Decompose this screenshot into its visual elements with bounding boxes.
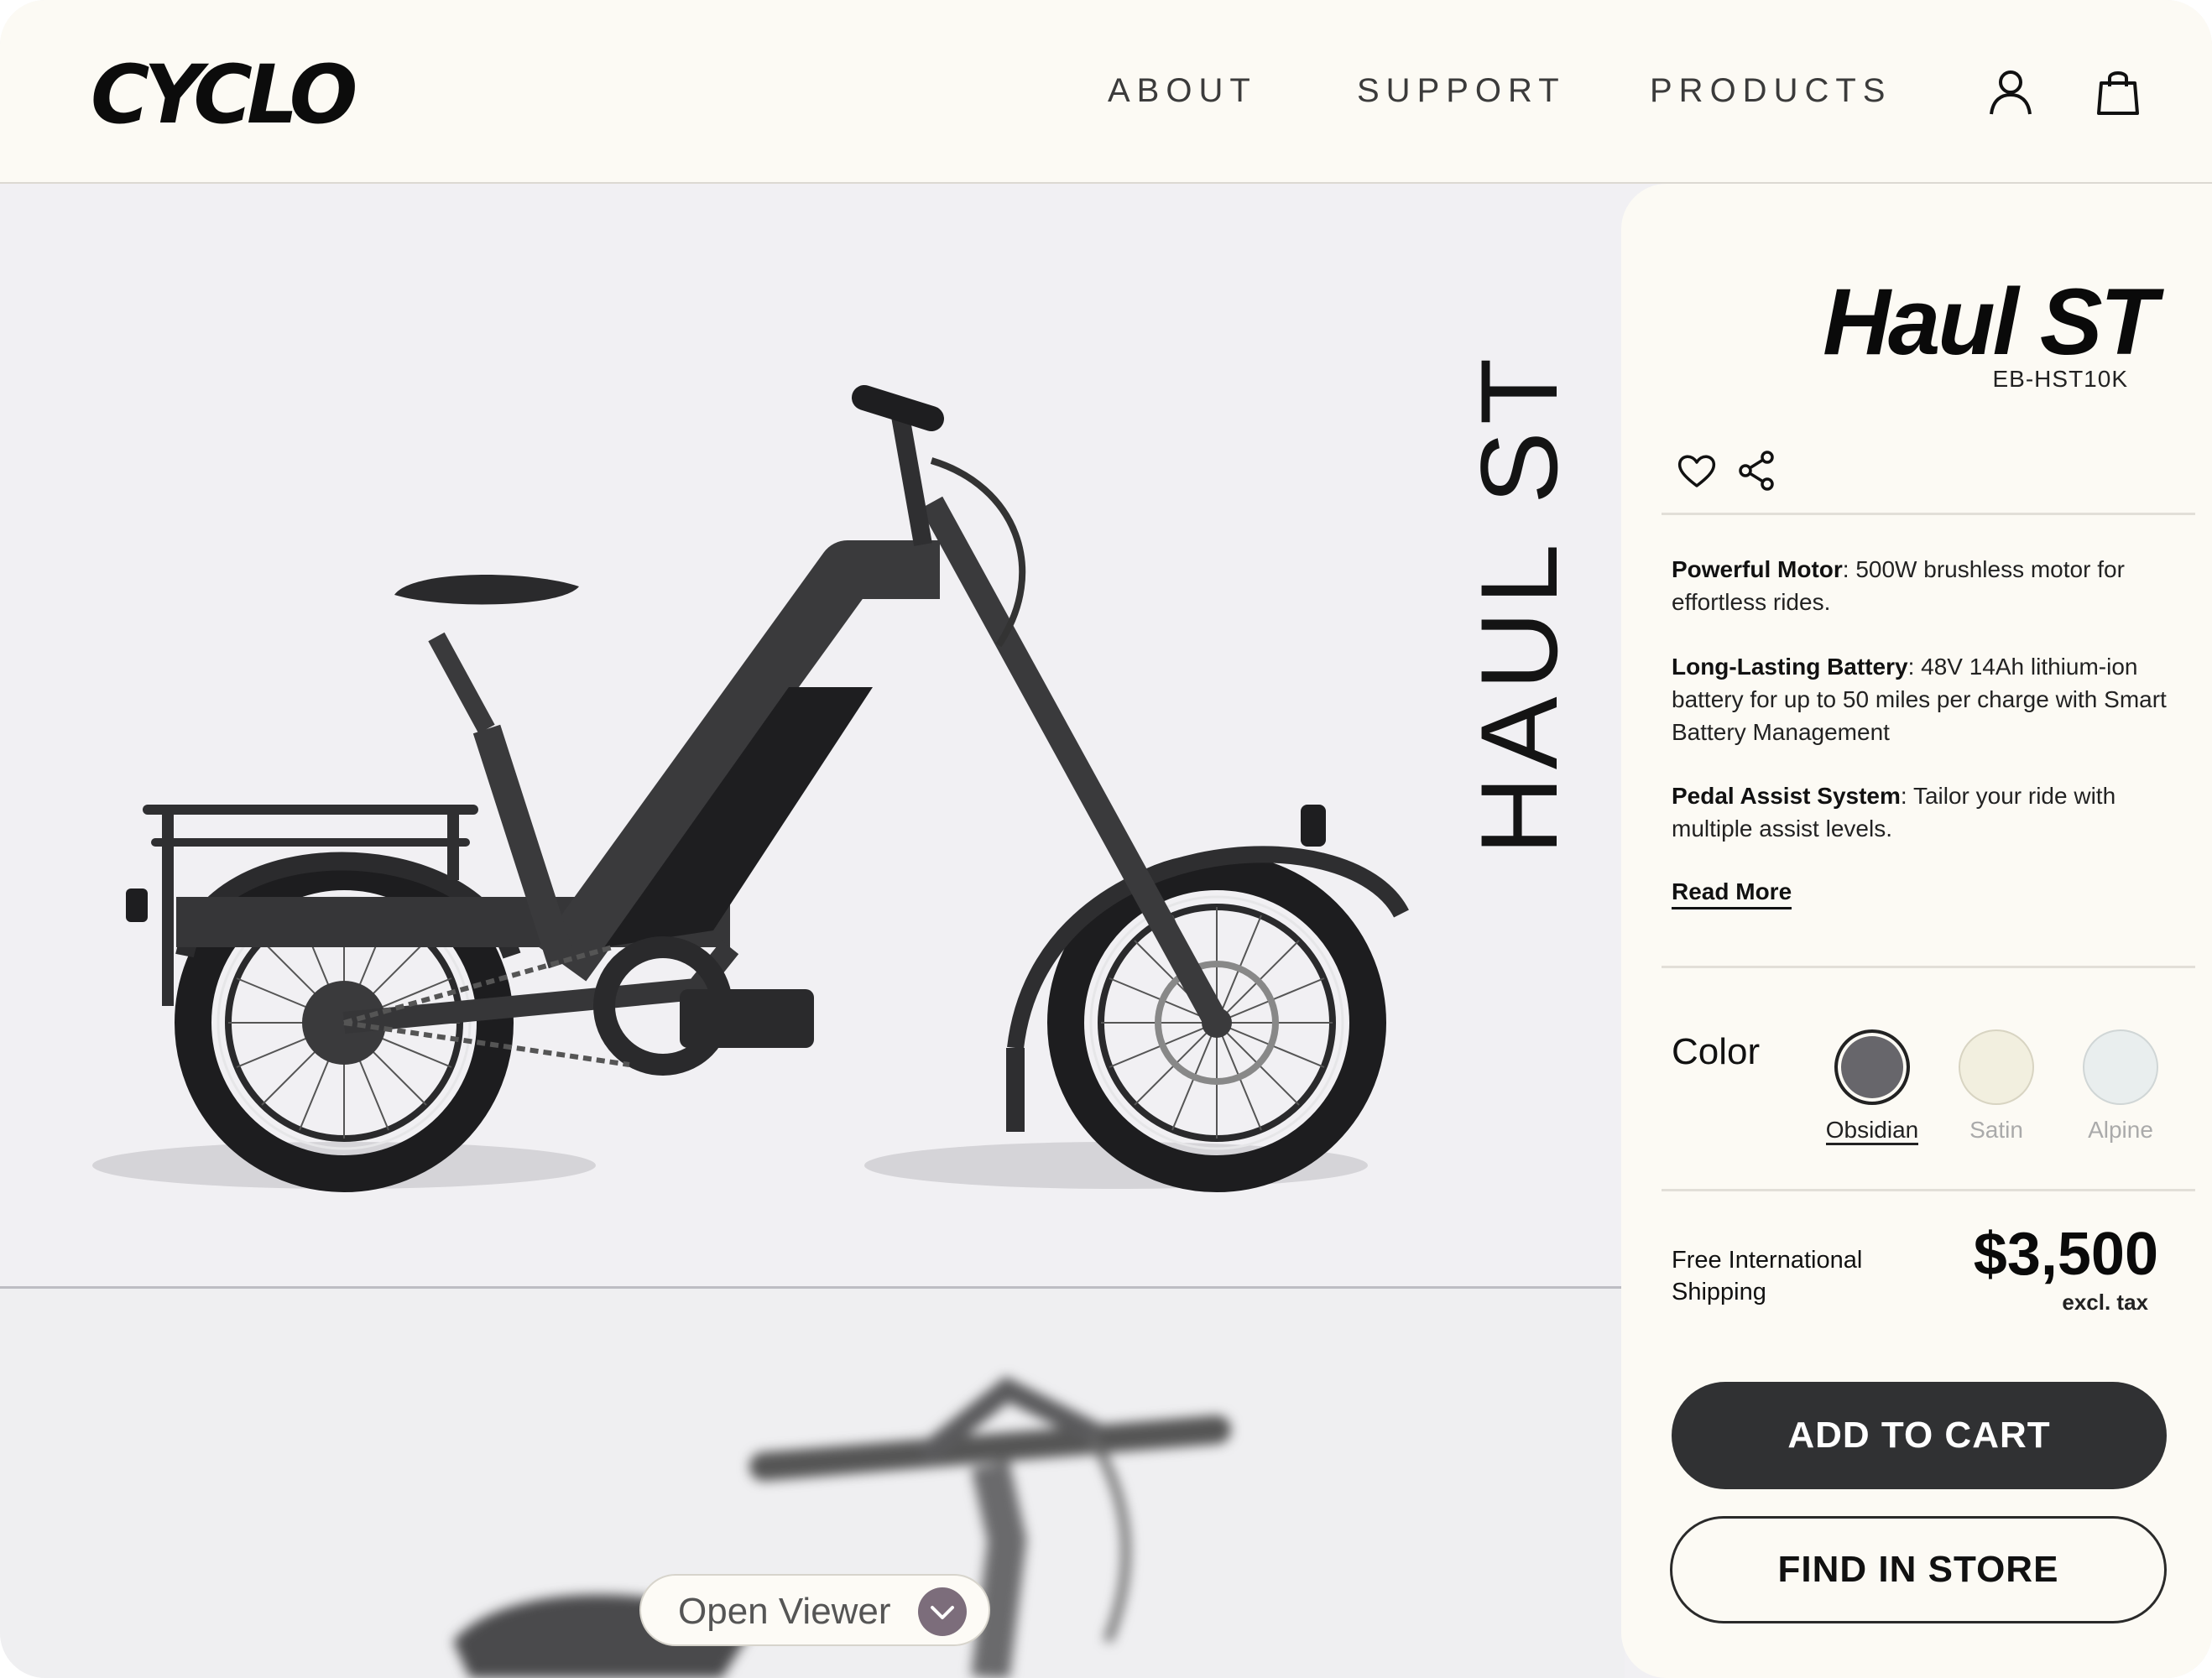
hero-image: HAUL ST: [0, 184, 1625, 1289]
color-swatch-obsidian[interactable]: [1834, 1029, 1910, 1105]
feature-pedal-assist: Pedal Assist System: Tailor your ride wi…: [1672, 783, 2116, 842]
color-swatch-satin[interactable]: [1959, 1029, 2034, 1105]
price: $3,500: [1973, 1221, 2158, 1288]
color-label: Color: [1672, 1031, 1761, 1072]
chevron-down-icon: [918, 1587, 967, 1636]
open-viewer-button[interactable]: Open Viewer: [639, 1574, 990, 1646]
app-frame: CYCLO ABOUT SUPPORT PRODUCTS HAUL ST Ope…: [0, 0, 2212, 1678]
vertical-product-title: HAUL ST: [1458, 351, 1580, 855]
site-header: CYCLO ABOUT SUPPORT PRODUCTS: [0, 0, 2212, 184]
tax-note: excl. tax: [2062, 1290, 2148, 1315]
product-sku: EB-HST10K: [1992, 366, 2128, 392]
bag-icon[interactable]: [2093, 66, 2143, 117]
divider: [1662, 1189, 2195, 1191]
color-swatch-alpine[interactable]: [2083, 1029, 2158, 1105]
share-icon[interactable]: [1735, 449, 1779, 492]
divider: [1662, 966, 2195, 968]
nav-products[interactable]: PRODUCTS: [1650, 69, 1891, 112]
feature-battery: Long-Lasting Battery: 48V 14Ah lithium-i…: [1672, 654, 2167, 745]
shipping-note: Free International Shipping: [1672, 1247, 1863, 1305]
color-name-alpine[interactable]: Alpine: [2062, 1117, 2179, 1144]
product-panel: Haul ST EB-HST10K Powerful Motor: 500W b…: [1621, 184, 2212, 1678]
product-name: Haul ST: [1823, 269, 2157, 374]
color-name-satin[interactable]: Satin: [1938, 1117, 2055, 1144]
logo[interactable]: CYCLO: [91, 49, 357, 141]
nav-support[interactable]: SUPPORT: [1357, 69, 1566, 112]
add-to-cart-button[interactable]: ADD TO CART: [1672, 1382, 2167, 1489]
bike-image: [92, 385, 1409, 1192]
heart-icon[interactable]: [1675, 449, 1719, 492]
find-in-store-button[interactable]: FIND IN STORE: [1670, 1516, 2167, 1623]
feature-motor: Powerful Motor: 500W brushless motor for…: [1672, 556, 2125, 615]
read-more-link[interactable]: Read More: [1672, 877, 1792, 909]
nav-about[interactable]: ABOUT: [1108, 69, 1257, 112]
user-icon[interactable]: [1985, 66, 2036, 117]
divider: [1662, 513, 2195, 515]
color-name-obsidian[interactable]: Obsidian: [1813, 1117, 1931, 1145]
open-viewer-label: Open Viewer: [678, 1591, 891, 1632]
